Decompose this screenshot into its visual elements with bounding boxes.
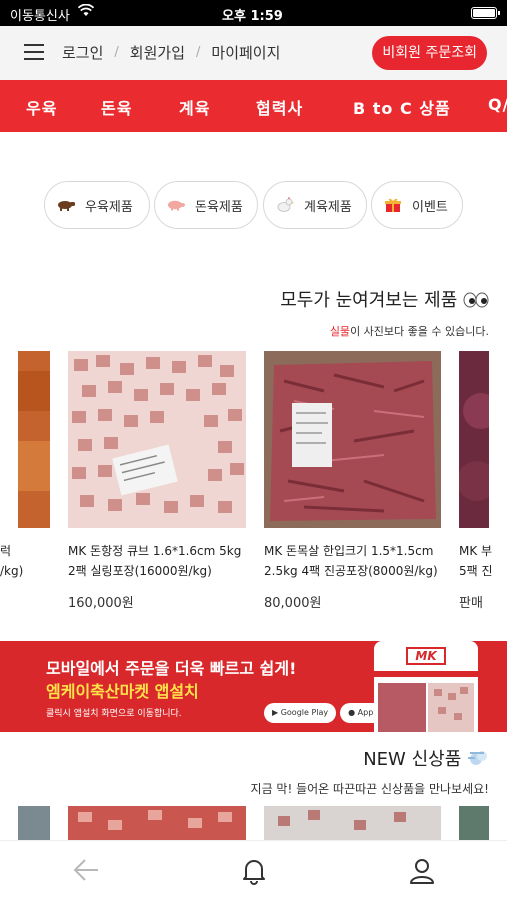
category-nav: 우육 돈육 계육 협력사 B to C 상품 Q/ [0,80,507,132]
bell-icon[interactable] [241,857,267,889]
product-price: 80,000원 [264,596,322,611]
bottom-nav [0,840,507,900]
mypage-link[interactable]: 마이페이지 [211,42,280,63]
product-price: 160,000원 [68,596,134,611]
app-install-banner[interactable]: 모바일에서 주문을 더욱 빠르고 쉽게! 엠케이축산마켓 앱설치 클릭시 앱설치… [0,641,507,732]
chip-chicken[interactable]: 계육제품 [263,181,367,229]
back-arrow-icon[interactable] [72,857,100,887]
wifi-icon [77,3,95,21]
new-section-title: NEW 신상품 [363,745,489,771]
category-btoc[interactable]: B to C 상품 [353,95,451,119]
subtitle-highlight: 실물 [329,325,351,338]
category-chicken[interactable]: 계육 [179,95,210,119]
link-separator: / [114,45,119,60]
login-link[interactable]: 로그인 [62,42,103,63]
cow-icon [55,197,77,213]
google-play-label: Google Play [280,708,329,717]
featured-subtitle: 실물이 사진보다 좋을 수 있습니다. [330,323,489,339]
new-section-subtitle: 지금 막! 들어온 따끈따끈 신상품을 만나보세요! [250,782,489,796]
signup-link[interactable]: 회원가입 [130,42,185,63]
product-name[interactable]: MK 돈목살 한입크기 1.5*1.5cm 2.5kg 4팩 진공포장(8000… [264,541,454,581]
new-title-text: NEW 신상품 [363,749,462,770]
chicken-icon [274,197,296,213]
product-image[interactable] [459,806,489,840]
featured-section-title: 모두가 눈여겨보는 제품 [280,286,489,312]
product-image[interactable] [68,806,246,840]
google-play-badge[interactable]: ▶ Google Play [264,703,337,723]
chip-beef[interactable]: 우육제품 [44,181,150,229]
chip-label: 돈육제품 [195,199,243,215]
product-name[interactable]: MK 부 5팩 진 [459,541,505,581]
guest-order-lookup-button[interactable]: 비회원 주문조회 [372,36,487,70]
link-separator: / [196,45,201,60]
chip-label: 이벤트 [412,199,448,215]
product-price: 판매 [459,596,483,611]
product-image[interactable] [459,351,489,528]
product-name[interactable]: MK 돈항정 큐브 1.6*1.6cm 5kg 2팩 실링포장(16000원/k… [68,541,258,581]
subtitle-rest: 이 사진보다 좋을 수 있습니다. [350,325,489,338]
category-pork[interactable]: 돈육 [101,95,132,119]
banner-headline: 모바일에서 주문을 더욱 빠르고 쉽게! [46,659,297,678]
banner-hint: 클릭시 앱설치 화면으로 이동합니다. [46,709,182,719]
banner-app-name: 엠케이축산마켓 앱설치 [46,682,199,701]
product-image[interactable] [68,351,246,528]
top-bar: 로그인 / 회원가입 / 마이페이지 비회원 주문조회 [0,26,507,80]
battery-icon [471,7,500,19]
user-icon[interactable] [408,857,436,889]
featured-title-text: 모두가 눈여겨보는 제품 [280,290,458,311]
pig-icon [165,197,187,213]
phone-mockup: MK [374,641,478,732]
status-bar: 이동통신사 오후 1:59 [0,0,507,26]
phone-screen-preview [374,671,478,732]
product-image[interactable] [18,806,50,840]
carrier-label: 이동통신사 [10,9,70,24]
chip-label: 계육제품 [304,199,352,215]
eyes-icon [463,290,489,311]
product-name[interactable]: 럭 /kg) [0,541,50,581]
account-links: 로그인 / 회원가입 / 마이페이지 [62,42,280,63]
chip-pork[interactable]: 돈육제품 [154,181,258,229]
category-beef[interactable]: 우육 [26,95,57,119]
product-image[interactable] [264,806,441,840]
gift-icon [382,197,404,213]
product-image[interactable] [18,351,50,528]
category-partner[interactable]: 협력사 [256,95,303,119]
category-qa[interactable]: Q/ [488,95,507,114]
chip-label: 우육제품 [85,199,133,215]
product-image[interactable] [264,351,441,528]
sparkle-icon [467,749,489,770]
quick-category-chips: 우육제품 돈육제품 계육제품 이벤트 [0,181,507,229]
chip-event[interactable]: 이벤트 [371,181,463,229]
clock: 오후 1:59 [222,9,283,24]
menu-icon[interactable] [24,44,44,60]
